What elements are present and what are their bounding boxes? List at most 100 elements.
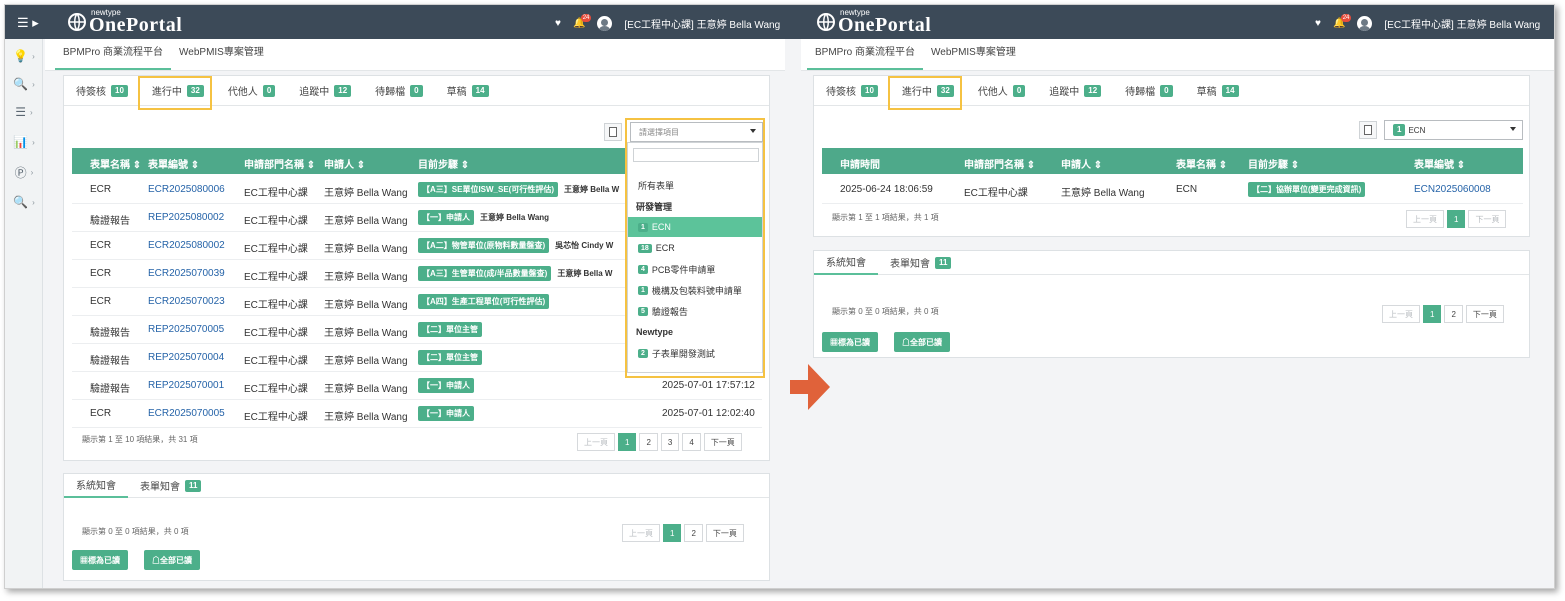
next-page-button[interactable]: 下一頁 [703, 433, 742, 451]
cell-form-name: ECR [90, 296, 112, 307]
cell-form-no-link[interactable]: ECR2025070005 [148, 408, 225, 419]
document-icon[interactable] [604, 123, 622, 141]
cell-form-no-link[interactable]: REP2025080002 [148, 212, 224, 223]
tab-form-notice[interactable]: 表單知會 11 [878, 251, 963, 275]
next-page-button[interactable]: 下一頁 [1465, 305, 1504, 323]
col-step[interactable]: 目前步驟 ⇕ [418, 156, 469, 171]
step-badge: 【一】申請人 [418, 378, 474, 393]
table-info: 顯示第 1 至 1 項結果，共 1 項 [832, 213, 939, 222]
col-dept[interactable]: 申請部門名稱 ⇕ [964, 156, 1035, 171]
prev-page-button[interactable]: 上一頁 [1406, 210, 1444, 228]
search-icon[interactable]: 🔍 › [5, 73, 43, 95]
heart-icon[interactable]: ♥ [555, 18, 561, 29]
page-button[interactable]: 1 [663, 524, 682, 542]
page-button[interactable]: 2 [684, 524, 703, 542]
col-form-name[interactable]: 表單名稱 ⇕ [1176, 156, 1227, 171]
col-applicant[interactable]: 申請人 ⇕ [324, 156, 365, 171]
lightbulb-icon[interactable]: 💡 › [5, 45, 43, 67]
avatar[interactable] [597, 15, 613, 31]
tab-system-notice[interactable]: 系統知會 [64, 474, 128, 498]
page-button[interactable]: 1 [618, 433, 637, 451]
cell-dept: EC工程中心課 [244, 356, 308, 367]
tab-draft[interactable]: 草稿 14 [1185, 76, 1251, 106]
prev-page-button[interactable]: 上一頁 [1382, 305, 1420, 323]
col-apply-time[interactable]: 申請時間 [840, 156, 880, 171]
cell-form-no-link[interactable]: REP2025070001 [148, 380, 224, 391]
tab-archive[interactable]: 待歸檔 0 [1113, 76, 1184, 106]
mark-read-button[interactable]: ▦標為已讀 [72, 550, 128, 570]
col-form-no[interactable]: 表單編號 ⇕ [1414, 156, 1465, 171]
badge: 11 [935, 256, 952, 269]
cell-form-no-link[interactable]: ECR2025080002 [148, 240, 225, 251]
mark-read-button[interactable]: ▦標為已讀 [822, 332, 878, 352]
mark-all-read-button[interactable]: ☖全部已讀 [144, 550, 200, 570]
col-form-no[interactable]: 表單編號 ⇕ [148, 156, 199, 171]
cell-form-no-link[interactable]: ECR2025080006 [148, 184, 225, 195]
subnav-webpmis[interactable]: WebPMIS專案管理 [923, 43, 1024, 70]
subnav-bpmpro[interactable]: BPMPro 商業流程平台 [807, 43, 924, 70]
cell-dept: EC工程中心課 [244, 244, 308, 255]
tab-pending[interactable]: 待簽核 10 [814, 76, 890, 106]
col-step[interactable]: 目前步驟 ⇕ [1248, 156, 1299, 171]
next-page-button[interactable]: 下一頁 [705, 524, 744, 542]
subnav-bpmpro[interactable]: BPMPro 商業流程平台 [55, 43, 172, 70]
sub-nav: BPMPro 商業流程平台 WebPMIS專案管理 [45, 39, 785, 71]
tab-tracking[interactable]: 追蹤中 12 [1037, 76, 1113, 106]
chart-icon[interactable]: 📊 › [5, 131, 43, 153]
col-form-name[interactable]: 表單名稱 ⇕ [90, 156, 141, 171]
form-select[interactable]: 1 ECN [1384, 120, 1523, 140]
bell-icon[interactable]: 🔔 24 [573, 13, 592, 29]
tab-draft[interactable]: 草稿 14 [435, 76, 501, 106]
step-badge: 【A四】生產工程單位(可行性評估) [418, 294, 550, 309]
page-button[interactable]: 2 [639, 433, 658, 451]
col-dept[interactable]: 申請部門名稱 ⇕ [244, 156, 315, 171]
page-button[interactable]: 4 [682, 433, 701, 451]
tab-pending[interactable]: 待簽核 10 [64, 76, 140, 106]
table-row[interactable]: ECR ECR2025070005 EC工程中心課 王意婷 Bella Wang 【一】… [72, 400, 762, 428]
tab-system-notice[interactable]: 系統知會 [814, 251, 878, 275]
cell-form-no-link[interactable]: ECR2025070023 [148, 296, 225, 307]
col-applicant[interactable]: 申請人 ⇕ [1061, 156, 1102, 171]
cell-form-no-link[interactable]: ECR2025070039 [148, 268, 225, 279]
page-button[interactable]: 1 [1447, 210, 1466, 228]
cell-dept: EC工程中心課 [244, 188, 308, 199]
logo-big: OnePortal [838, 14, 932, 36]
tab-proxy[interactable]: 代他人 0 [966, 76, 1037, 106]
prev-page-button[interactable]: 上一頁 [577, 433, 615, 451]
heart-icon[interactable]: ♥ [1315, 18, 1321, 29]
mark-all-read-button[interactable]: ☖全部已讀 [894, 332, 950, 352]
step-badge: 【A三】生管單位(成/半品數量盤查) [418, 266, 552, 281]
step-badge: 【二】單位主管 [418, 350, 482, 365]
tab-proxy[interactable]: 代他人 0 [216, 76, 287, 106]
cell-form-no-link[interactable]: ECN2025060008 [1414, 184, 1491, 195]
pagination: 上一頁 1 2 3 4 下一頁 [577, 433, 742, 451]
notif-badge: 24 [1340, 13, 1352, 22]
prev-page-button[interactable]: 上一頁 [622, 524, 660, 542]
notice-info: 顯示第 0 至 0 項結果，共 0 項 [82, 527, 189, 536]
p-circle-icon[interactable]: Ⓟ › [5, 161, 43, 183]
subnav-webpmis[interactable]: WebPMIS專案管理 [171, 43, 272, 70]
page-button[interactable]: 2 [1444, 305, 1463, 323]
user-name[interactable]: [EC工程中心課] 王意婷 Bella Wang [624, 16, 780, 31]
bell-icon[interactable]: 🔔 24 [1333, 13, 1352, 29]
user-name[interactable]: [EC工程中心課] 王意婷 Bella Wang [1384, 16, 1540, 31]
tab-form-notice[interactable]: 表單知會 11 [128, 474, 213, 498]
document-icon[interactable] [1359, 121, 1377, 139]
avatar[interactable] [1357, 15, 1373, 31]
cell-form-name: 驗證報告 [90, 216, 130, 227]
cell-form-no-link[interactable]: REP2025070005 [148, 324, 224, 335]
server-icon[interactable]: ☰ › [5, 101, 43, 123]
cell-user: 王意婷 Bella Wang [324, 412, 408, 423]
cell-form-no-link[interactable]: REP2025070004 [148, 352, 224, 363]
tab-tracking[interactable]: 追蹤中 12 [287, 76, 363, 106]
search-icon[interactable]: 🔍 › [5, 191, 43, 213]
page-button[interactable]: 1 [1423, 305, 1442, 323]
table-row[interactable]: 2025-06-24 18:06:59 EC工程中心課 王意婷 Bella Wa… [822, 176, 1523, 204]
tab-archive[interactable]: 待歸檔 0 [363, 76, 434, 106]
sub-nav-right: BPMPro 商業流程平台 WebPMIS專案管理 [801, 39, 1554, 71]
page-button[interactable]: 3 [660, 433, 680, 451]
left-notice-panel: 系統知會 表單知會 11 顯示第 0 至 0 項結果，共 0 項 上一頁 1 2 … [63, 473, 770, 581]
left-sidebar: 💡 › 🔍 › ☰ › 📊 › Ⓟ › 🔍 › [5, 39, 43, 588]
menu-icon[interactable]: ☰ ▸ [17, 15, 39, 31]
next-page-button[interactable]: 下一頁 [1468, 210, 1507, 228]
